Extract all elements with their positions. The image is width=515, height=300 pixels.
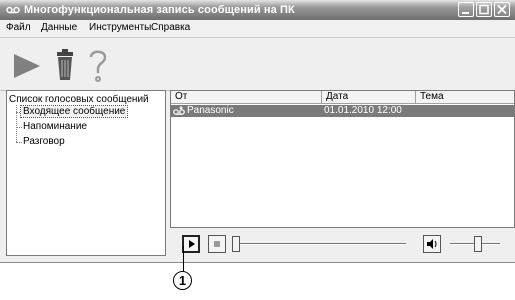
window-title: Многофункциональная запись сообщений на …: [24, 4, 295, 16]
volume-icon: [427, 239, 437, 249]
volume-slider-thumb[interactable]: [474, 236, 482, 252]
message-tree: Список голосовых сообщений Входящее сооб…: [6, 90, 166, 256]
menu-file[interactable]: Файл: [6, 22, 31, 33]
menu-data[interactable]: Данные: [41, 22, 77, 33]
position-slider-thumb[interactable]: [232, 236, 240, 252]
voicemail-icon: [173, 106, 185, 115]
menu-bar: Файл Данные Инструменты Справка: [0, 20, 515, 36]
row-from: Panasonic: [187, 105, 234, 116]
play-button[interactable]: [182, 235, 200, 253]
table-row[interactable]: Panasonic 01.01.2010 12:00: [171, 105, 514, 117]
position-slider[interactable]: [236, 243, 406, 245]
trash-icon[interactable]: [54, 48, 76, 82]
volume-button[interactable]: [423, 235, 441, 253]
tree-connector: [16, 142, 22, 143]
column-header-subject[interactable]: Тема: [416, 91, 514, 104]
minimize-icon: [462, 12, 469, 14]
tree-root[interactable]: Список голосовых сообщений: [9, 94, 149, 105]
tree-item-incoming[interactable]: Входящее сообщение: [19, 105, 129, 118]
play-icon: [189, 240, 195, 248]
column-header-from[interactable]: От: [171, 91, 322, 104]
callout-badge: 1: [173, 271, 192, 290]
tree-item-reminder[interactable]: Напоминание: [23, 121, 87, 132]
toolbar: [0, 37, 515, 91]
menu-help[interactable]: Справка: [151, 22, 190, 33]
play-icon[interactable]: [12, 52, 42, 80]
voicemail-icon: [6, 6, 20, 14]
tree-item-conversation[interactable]: Разговор: [23, 136, 65, 147]
title-bar[interactable]: Многофункциональная запись сообщений на …: [0, 0, 515, 20]
maximize-button[interactable]: [476, 2, 492, 17]
tree-connector: [16, 105, 17, 142]
app-window: Многофункциональная запись сообщений на …: [0, 0, 515, 263]
callout-leader-line: [183, 246, 184, 271]
column-header-date[interactable]: Дата: [322, 91, 416, 104]
minimize-button[interactable]: [458, 2, 474, 17]
stop-button[interactable]: [208, 235, 226, 253]
menu-tools[interactable]: Инструменты: [89, 22, 151, 33]
message-list: От Дата Тема Panasonic 01.01.2010 12:00: [170, 90, 515, 228]
close-button[interactable]: [494, 2, 510, 17]
maximize-icon: [479, 4, 489, 15]
tree-connector: [16, 127, 22, 128]
help-icon[interactable]: [86, 47, 110, 83]
close-icon: [497, 4, 507, 15]
player-controls: [170, 228, 515, 260]
row-date: 01.01.2010 12:00: [324, 105, 402, 116]
stop-icon: [214, 241, 220, 247]
